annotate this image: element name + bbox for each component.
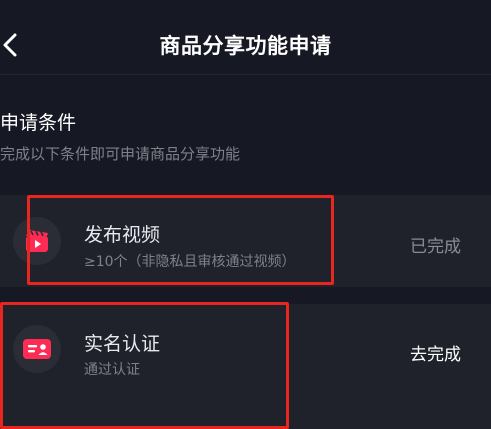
condition-item-real-name: 实名认证 通过认证 去完成 [0,304,491,429]
condition-title: 实名认证 [84,333,161,355]
condition-item-publish-video: 发布视频 ≥10个（非隐私且审核通过视频） 已完成 [0,195,491,287]
conditions-title: 申请条件 [0,112,77,134]
page-title: 商品分享功能申请 [159,34,332,58]
top-bar: 商品分享功能申请 [0,0,491,75]
conditions-subtitle: 完成以下条件即可申请商品分享功能 [0,145,241,163]
status-completed: 已完成 [410,237,461,257]
condition-subtitle: ≥10个（非隐私且审核通过视频） [84,254,296,270]
condition-title: 发布视频 [84,224,161,246]
id-card-icon [23,339,51,359]
video-icon-badge [13,217,61,265]
go-complete-button[interactable]: 去完成 [410,340,461,365]
id-icon-badge [13,325,61,373]
condition-subtitle: 通过认证 [84,362,140,378]
video-clapper-icon [26,230,48,252]
